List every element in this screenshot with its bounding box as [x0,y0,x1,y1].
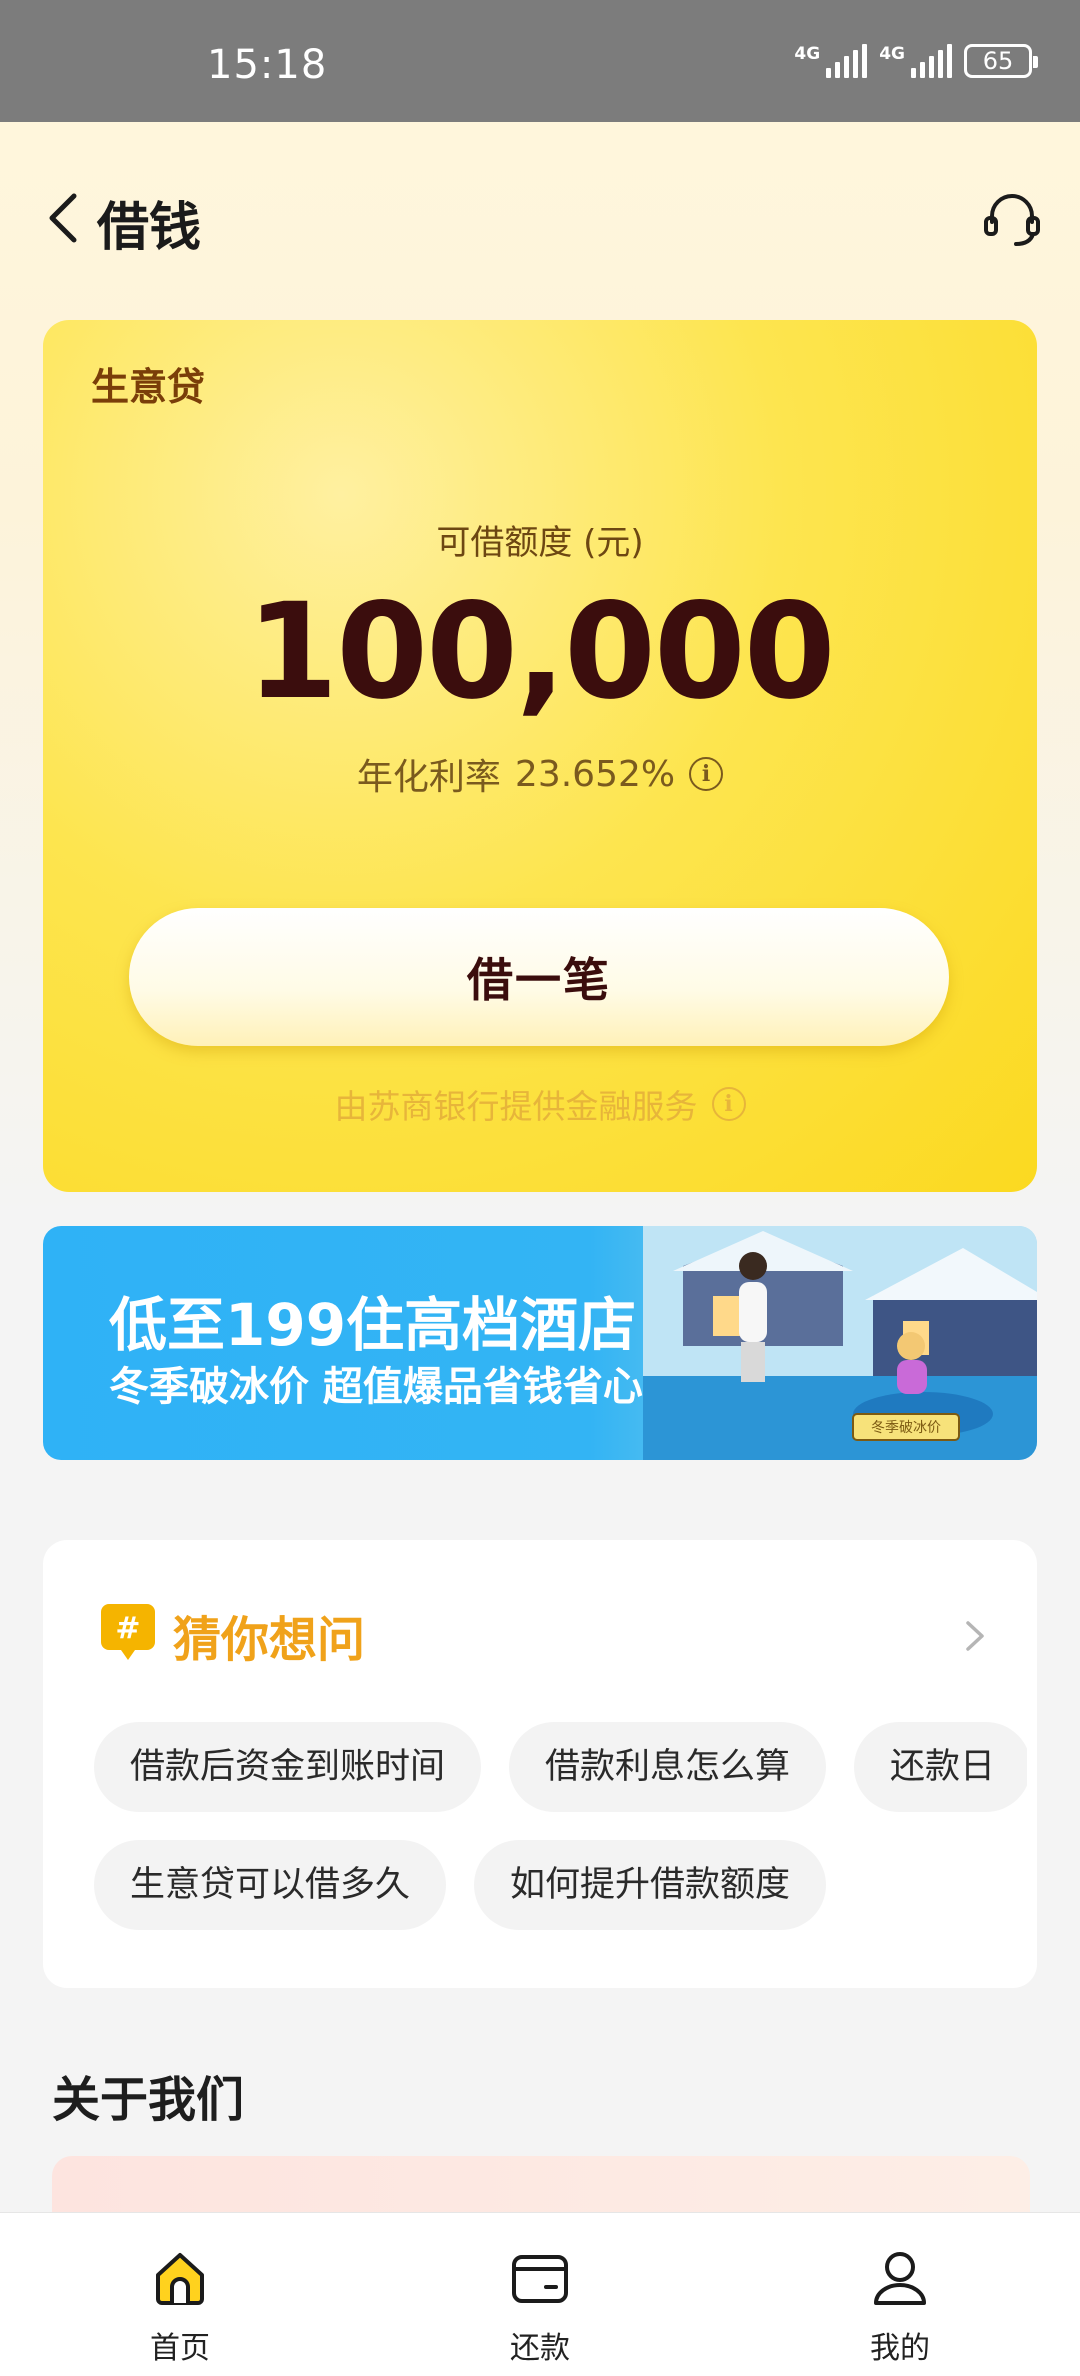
battery-icon: 65 [964,44,1038,78]
battery-level: 65 [982,47,1014,75]
product-name: 生意贷 [91,365,206,409]
faq-chip[interactable]: 还款日 [854,1722,1027,1812]
status-time: 15:18 [207,42,328,88]
chevron-left-icon[interactable] [44,190,84,246]
bottom-tab-bar: 首页 还款 我的 [0,2212,1080,2376]
faq-chip[interactable]: 生意贷可以借多久 [94,1840,447,1930]
headset-icon[interactable] [980,188,1044,252]
hashtag-icon: # [101,1604,155,1660]
banner-headline: 低至199住高档酒店 [109,1291,637,1359]
faq-chip[interactable]: 借款利息怎么算 [509,1722,827,1812]
about-title: 关于我们 [52,2072,245,2128]
loan-card: 生意贷 可借额度 (元) 100,000 年化利率 23.652% i 借一笔 … [43,320,1037,1192]
tab-label: 还款 [510,2331,570,2366]
network-type: 4G [879,44,905,64]
borrow-button[interactable]: 借一笔 [129,908,949,1046]
available-amount: 100,000 [246,575,835,729]
tab-mine[interactable]: 我的 [780,2213,1020,2376]
faq-chip[interactable]: 借款后资金到账时间 [94,1722,482,1812]
provider-row: 由苏商银行提供金融服务 i [43,1080,1037,1128]
faq-chip-row: 生意贷可以借多久 如何提升借款额度 [94,1840,1027,1930]
banner-subline: 冬季破冰价 超值爆品省钱省心 [109,1364,643,1410]
tab-label: 首页 [150,2331,210,2366]
tab-label: 我的 [870,2331,930,2366]
status-bar: 15:18 4G 4G 65 [0,0,1080,122]
provider-text: 由苏商银行提供金融服务 [334,1087,698,1126]
home-icon [156,2253,204,2305]
amount-label: 可借额度 (元) [436,523,644,563]
tab-home[interactable]: 首页 [60,2213,300,2376]
resort-illustration-icon: 冬季破冰价 [643,1226,1037,1460]
status-icons: 4G 4G 65 [794,44,1038,78]
svg-text:#: # [115,1611,140,1646]
page-title: 借钱 [97,198,202,258]
network-type: 4G [794,44,821,64]
chevron-right-icon[interactable] [963,1618,987,1654]
hotel-promo-banner[interactable]: 低至199住高档酒店 冬季破冰价 超值爆品省钱省心 冬季破冰价 [43,1226,1037,1460]
rate-value: 23.652% [514,753,676,795]
faq-chip-row: 借款后资金到账时间 借款利息怎么算 还款日 [94,1722,1027,1812]
wallet-icon [512,2255,568,2303]
faq-chip[interactable]: 如何提升借款额度 [474,1840,827,1930]
signal-icon: 4G [879,44,952,78]
about-card[interactable] [52,2156,1030,2216]
rate-label: 年化利率 [356,757,501,798]
signal-icon: 4G [794,44,868,78]
user-icon [874,2252,926,2305]
info-icon[interactable]: i [711,1087,746,1121]
banner-tag: 冬季破冰价 [871,1420,941,1436]
info-icon[interactable]: i [689,757,724,791]
faq-title: 猜你想问 [173,1612,366,1668]
faq-card: # 猜你想问 借款后资金到账时间 借款利息怎么算 还款日 生意贷可以借多久 如何提升借… [43,1540,1037,1988]
tab-repay[interactable]: 还款 [420,2213,660,2376]
rate-row: 年化利率 23.652% i [43,748,1037,800]
